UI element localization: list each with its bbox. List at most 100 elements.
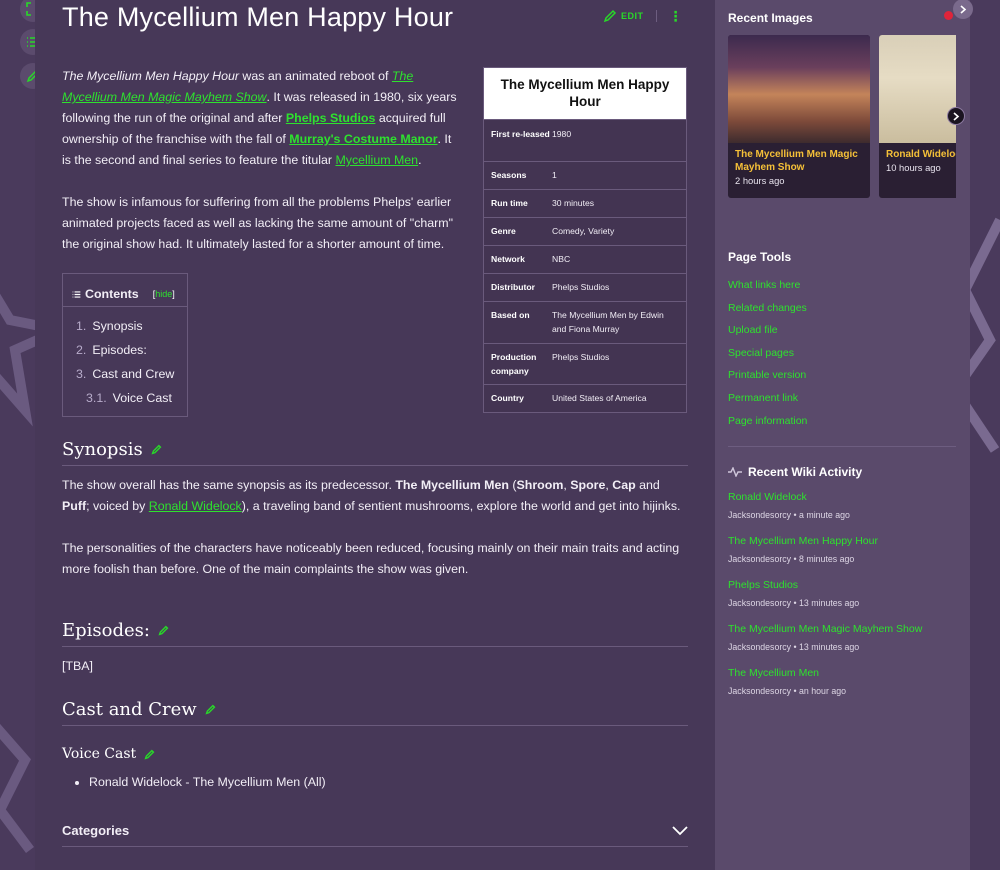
activity-meta: Jacksondesorcy • 13 minutes ago [728,598,860,608]
pencil-icon[interactable] [144,749,155,760]
activity-link[interactable]: Phelps Studios [728,578,956,593]
intro-title-italic: The Mycellium Men Happy Hour [62,69,239,83]
bold-text: Puff [62,499,87,513]
thumbnail-image [728,35,870,143]
activity-link[interactable]: The Mycellium Men [728,666,956,681]
infobox-row: Country United States of America [484,384,686,412]
infobox-label: Seasons [491,170,527,180]
image-caption: The Mycellium Men Magic Mayhem Show 2 ho… [728,143,870,193]
carousel-next-button[interactable] [947,107,965,125]
infobox-value: 1980 [552,129,572,139]
toc-label: Contents [85,286,139,301]
text: ( [508,478,517,492]
toc-item[interactable]: 3. Cast and Crew [76,362,187,386]
activity-link[interactable]: The Mycellium Men Happy Hour [728,534,956,549]
synopsis-body: The show overall has the same synopsis a… [62,475,688,580]
toc-number: 2. [76,343,87,357]
image-time: 2 hours ago [735,175,785,186]
activity-link[interactable]: Ronald Widelock [728,490,956,505]
heading-text: Recent Wiki Activity [748,465,863,479]
infobox-row: Run time 30 minutes [484,189,686,217]
toc-text: Voice Cast [112,391,172,405]
recent-images-carousel: The Mycellium Men Magic Mayhem Show 2 ho… [728,35,956,198]
chevron-right-icon [959,4,966,14]
pencil-icon[interactable] [158,625,169,636]
page-tools-list: What links here Related changes Upload f… [728,274,807,432]
image-caption: Ronald Widelock 10 hours ago [879,143,956,180]
activity-link[interactable]: The Mycellium Men Magic Mayhem Show [728,622,956,637]
infobox-value: Comedy, Variety [552,226,615,236]
intro-paragraph-2: The show is infamous for suffering from … [62,195,454,251]
infobox-label: First re-leased [491,129,550,139]
toc-number: 1. [76,319,87,333]
text: ; voiced by [86,499,149,513]
activity-item: The Mycellium Men Magic Mayhem Show Jacks… [728,622,956,655]
tool-link-related-changes[interactable]: Related changes [728,297,807,320]
link-ronald-widelock[interactable]: Ronald Widelock [149,499,242,513]
tool-link-page-information[interactable]: Page information [728,410,807,433]
link-murrays-costume-manor[interactable]: Murray's Costume Manor [289,132,437,146]
bold-text: Spore [570,478,606,492]
categories-toggle[interactable]: Categories [62,815,688,847]
activity-meta: Jacksondesorcy • a minute ago [728,510,850,520]
intro-paragraph-1: The Mycellium Men Happy Hour was an anim… [62,66,462,171]
edit-button[interactable]: EDIT [603,9,644,23]
link-phelps-studios[interactable]: Phelps Studios [286,111,376,125]
tool-link-special-pages[interactable]: Special pages [728,342,807,365]
infobox-value: 30 minutes [552,198,595,208]
image-card[interactable]: Ronald Widelock 10 hours ago [879,35,956,198]
table-of-contents: Contents [hide] 1. Synopsis 2. Episodes: 3… [62,273,188,417]
infobox-row: First re-leased 1980 [484,119,686,161]
toc-text: Episodes: [92,343,147,357]
heading-text: Episodes: [62,620,150,641]
infobox-row: Network NBC [484,245,686,273]
thumbnail-image [879,35,956,143]
infobox-value: Phelps Studios [552,352,610,362]
heading-text: Cast and Crew [62,699,197,720]
infobox-label: Based on [491,310,530,320]
toc-item[interactable]: 3.1. Voice Cast [76,386,187,410]
section-heading-cast: Cast and Crew [62,699,688,726]
tool-link-printable-version[interactable]: Printable version [728,364,807,387]
toc-header: Contents [hide] [63,274,187,307]
image-title: The Mycellium Men Magic Mayhem Show [735,149,858,173]
infobox-row: Production company Phelps Studios [484,343,686,384]
heading-text: Voice Cast [62,746,137,762]
rail-collapse-button[interactable] [953,0,973,19]
activity-meta: Jacksondesorcy • an hour ago [728,686,846,696]
right-rail: Recent Images The Mycellium Men Magic Ma… [715,0,970,870]
edit-label: EDIT [621,11,644,21]
heading-text: Synopsis [62,439,143,460]
text: and [635,478,660,492]
tool-link-what-links-here[interactable]: What links here [728,274,807,297]
list-item: Ronald Widelock - The Mycellium Men (All… [89,772,688,793]
intro-text: was an animated reboot of [238,69,392,83]
toc-item[interactable]: 2. Episodes: [76,338,187,362]
image-card[interactable]: The Mycellium Men Magic Mayhem Show 2 ho… [728,35,870,198]
tool-link-upload-file[interactable]: Upload file [728,319,807,342]
toc-hide-toggle[interactable]: [hide] [153,284,175,305]
section-heading-episodes: Episodes: [62,620,688,647]
pencil-icon [603,9,617,23]
toc-item[interactable]: 1. Synopsis [76,314,187,338]
activity-item: The Mycellium Men Happy Hour Jacksondesor… [728,534,956,567]
recent-activity-heading: Recent Wiki Activity [728,465,862,479]
synopsis-paragraph-2: The personalities of the characters have… [62,541,680,576]
infobox-title: The Mycellium Men Happy Hour [484,68,686,119]
infobox-label: Production company [491,352,537,376]
bold-text: Cap [612,478,636,492]
intro-text: . [418,153,422,167]
more-options-button[interactable]: ⋮ [669,9,683,23]
link-mycellium-men[interactable]: Mycellium Men [335,153,418,167]
infobox-label: Network [491,254,525,264]
infobox-value: Phelps Studios [552,282,610,292]
bold-text: Shroom [516,478,564,492]
activity-pulse-icon [728,467,742,477]
episodes-body: [TBA] [62,659,93,673]
infobox-value: The Mycellium Men by Edwin and Fiona Mur… [552,310,664,334]
pencil-icon[interactable] [151,444,162,455]
activity-meta: Jacksondesorcy • 13 minutes ago [728,642,860,652]
infobox-row: Seasons 1 [484,161,686,189]
pencil-icon[interactable] [205,704,216,715]
tool-link-permanent-link[interactable]: Permanent link [728,387,807,410]
